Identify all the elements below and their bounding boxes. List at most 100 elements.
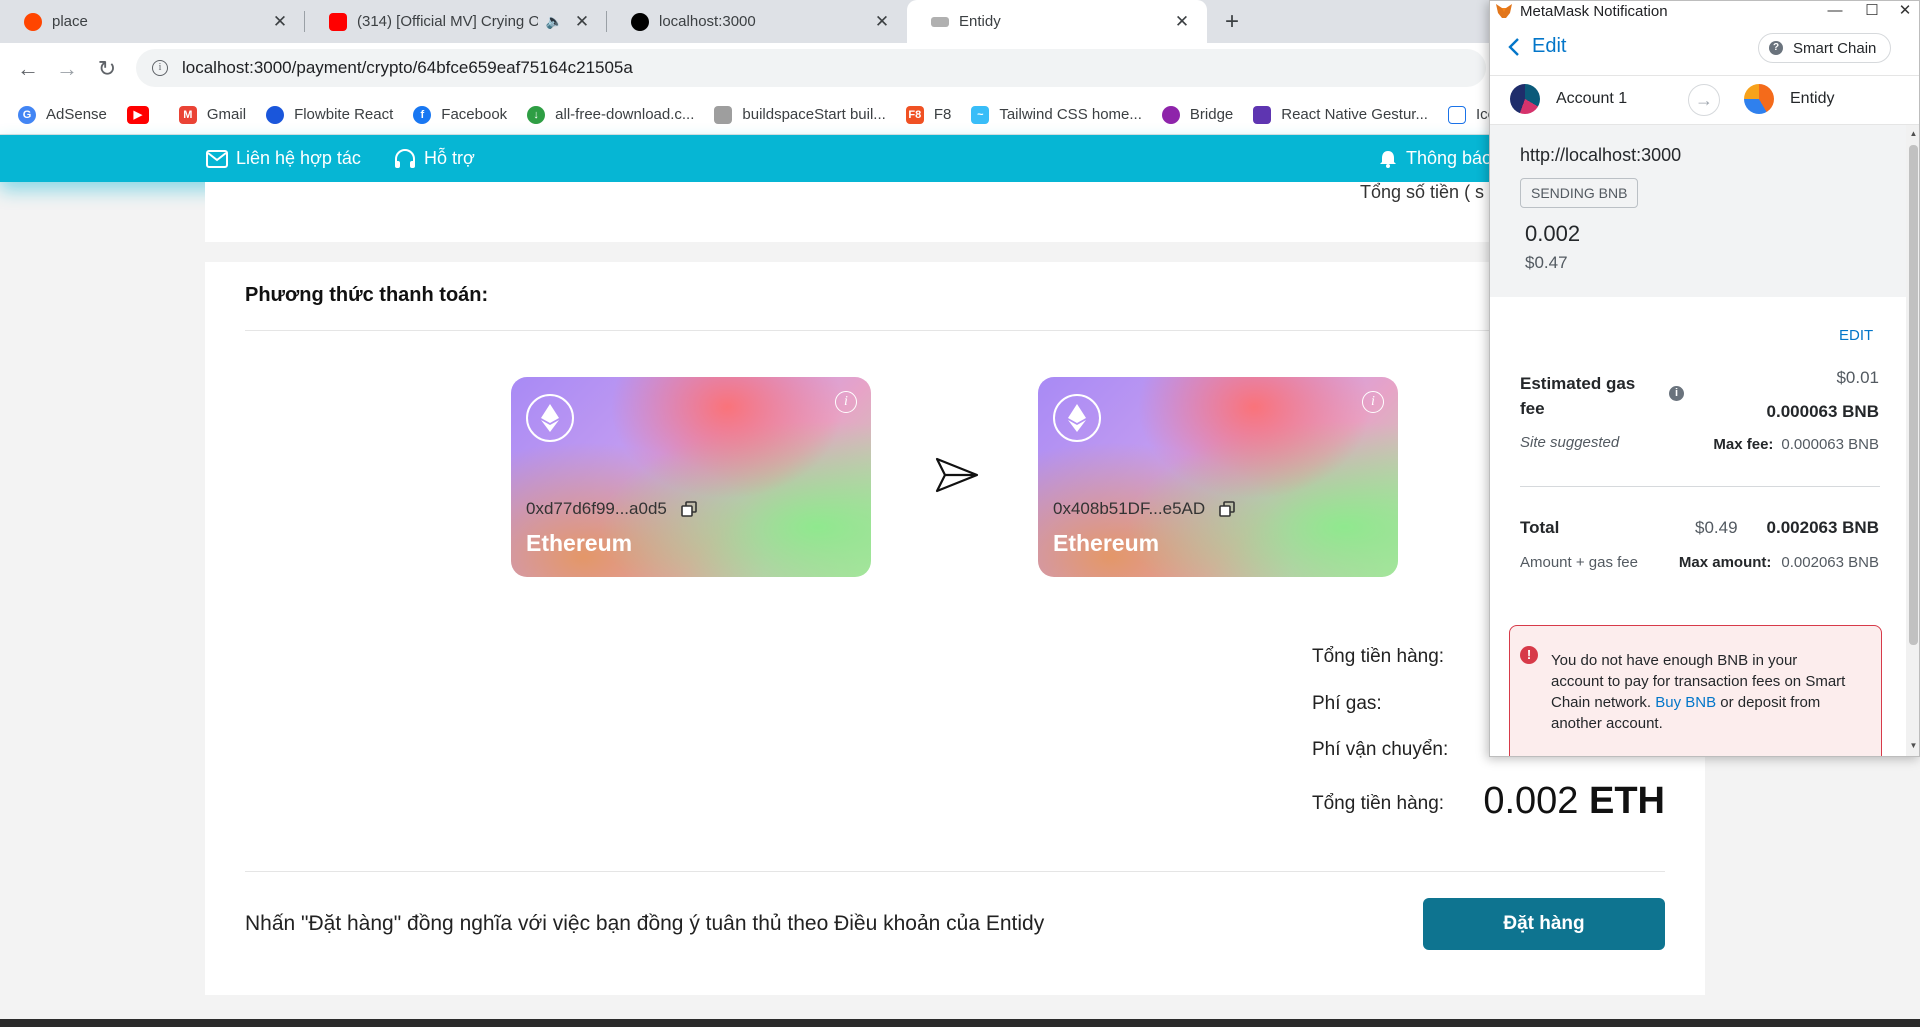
account-transfer-row: Account 1 → Entidy	[1490, 75, 1919, 125]
edit-back-button[interactable]: Edit	[1508, 35, 1566, 58]
gmail-icon: M	[178, 105, 197, 124]
account-avatar	[1510, 84, 1540, 114]
tab-localhost[interactable]: localhost:3000 ✕	[607, 0, 907, 43]
receiver-wallet-card: i 0x408b51DF...e5AD Ethereum	[1038, 377, 1398, 577]
tab-title: place	[52, 13, 88, 30]
transaction-summary: http://localhost:3000 SENDING BNB 0.002 …	[1490, 125, 1906, 297]
tab-title: (314) [Official MV] Crying Over You	[357, 13, 538, 30]
order-summary-card: Tổng số tiền ( s	[205, 182, 1705, 242]
bookmark-flowbite[interactable]: Flowbite React	[266, 105, 393, 124]
support-link[interactable]: Hỗ trợ	[394, 135, 475, 182]
reload-icon[interactable]: ↻	[93, 55, 121, 83]
taskbar	[0, 1019, 1920, 1027]
payment-method-card: Phương thức thanh toán: i 0xd77d6f99...a…	[205, 262, 1705, 995]
bookmark-youtube[interactable]: ▶	[126, 105, 159, 124]
close-icon[interactable]: ✕	[1171, 12, 1193, 32]
close-icon[interactable]: ✕	[871, 12, 893, 32]
bookmark-bridge[interactable]: Bridge	[1161, 105, 1233, 124]
from-account[interactable]: Account 1	[1510, 84, 1627, 114]
bookmark-gmail[interactable]: M Gmail	[178, 105, 246, 124]
back-arrow-icon[interactable]: ←	[14, 55, 42, 83]
contact-link[interactable]: Liên hệ hợp tác	[206, 135, 361, 182]
flowbite-icon	[266, 105, 285, 124]
help-icon: ?	[1769, 41, 1783, 55]
f8-icon: F8	[905, 105, 924, 124]
triangle-logo-icon	[631, 12, 649, 31]
ethereum-icon	[1053, 394, 1101, 442]
divider	[245, 330, 1665, 331]
metamask-fox-icon	[1496, 4, 1512, 18]
rocket-icon	[1253, 105, 1272, 124]
grand-total-value: 0.002 ETH	[1483, 780, 1665, 822]
forward-arrow-icon[interactable]: →	[53, 55, 81, 83]
close-icon[interactable]: ✕	[1890, 1, 1919, 21]
window-titlebar: MetaMask Notification — ☐ ✕	[1490, 1, 1919, 21]
close-icon[interactable]: ✕	[269, 12, 291, 32]
bookmark-adsense[interactable]: G AdSense	[18, 105, 107, 124]
network-selector[interactable]: ? Smart Chain	[1758, 33, 1892, 63]
tab-youtube[interactable]: (314) [Official MV] Crying Over You 🔈 ✕	[305, 0, 607, 43]
minimize-icon[interactable]: —	[1820, 1, 1850, 21]
tab-entidy[interactable]: Entidy ✕	[907, 0, 1207, 43]
tab-place[interactable]: place ✕	[0, 0, 305, 43]
youtube-icon	[329, 12, 347, 31]
site-suggested-label: Site suggested	[1520, 434, 1620, 451]
bookmark-tailwind[interactable]: ~ Tailwind CSS home...	[971, 105, 1142, 124]
bell-icon	[1380, 150, 1396, 168]
buy-bnb-link[interactable]: Buy BNB	[1655, 694, 1716, 711]
scroll-down-icon[interactable]: ▼	[1909, 741, 1918, 750]
info-icon[interactable]: i	[1669, 386, 1684, 401]
site-info-icon[interactable]: i	[152, 60, 168, 76]
bookmark-f8[interactable]: F8 F8	[905, 105, 951, 124]
google-icon: G	[18, 105, 36, 124]
url-text: localhost:3000/payment/crypto/64bfce659e…	[182, 58, 633, 77]
max-fee: Max fee: 0.000063 BNB	[1713, 436, 1879, 453]
site-origin: http://localhost:3000	[1520, 145, 1682, 165]
divider	[1520, 486, 1880, 487]
info-icon[interactable]: i	[835, 391, 857, 413]
divider	[245, 871, 1665, 872]
bridge-icon	[1161, 105, 1180, 124]
total-label: Total	[1520, 518, 1560, 537]
error-message: You do not have enough BNB in your accou…	[1551, 652, 1846, 732]
copy-icon[interactable]	[681, 501, 697, 517]
wallet-address: 0xd77d6f99...a0d5	[526, 499, 697, 519]
scrollbar-thumb[interactable]	[1909, 145, 1918, 645]
gas-fee-bnb: 0.000063 BNB	[1766, 402, 1879, 421]
new-tab-button[interactable]: +	[1218, 8, 1246, 36]
scrollbar[interactable]: ▲ ▼	[1906, 125, 1919, 756]
wallet-address: 0x408b51DF...e5AD	[1053, 499, 1235, 519]
scroll-up-icon[interactable]: ▲	[1909, 129, 1918, 138]
total-bnb: 0.002063 BNB	[1766, 518, 1879, 537]
bookmark-react-native[interactable]: React Native Gestur...	[1253, 105, 1428, 124]
arrow-right-icon: →	[1688, 84, 1720, 116]
info-icon[interactable]: i	[1362, 391, 1384, 413]
send-arrow-icon	[935, 457, 979, 493]
bookmark-all-free-download[interactable]: ↓ all-free-download.c...	[527, 105, 694, 124]
account-avatar	[1744, 84, 1774, 114]
bookmark-buildspace[interactable]: buildspaceStart buil...	[714, 105, 886, 124]
wallet-chain: Ethereum	[526, 530, 633, 556]
address-bar[interactable]: i localhost:3000/payment/crypto/64bfce65…	[136, 49, 1486, 87]
edit-gas-link[interactable]: EDIT	[1839, 327, 1873, 344]
flag-icon	[1447, 105, 1466, 124]
close-icon[interactable]: ✕	[571, 12, 593, 32]
speaker-icon[interactable]: 🔈	[546, 13, 563, 30]
to-account[interactable]: Entidy	[1744, 84, 1834, 114]
maximize-icon[interactable]: ☐	[1857, 1, 1887, 21]
wallet-chain: Ethereum	[1053, 530, 1160, 556]
bookmark-facebook[interactable]: f Facebook	[413, 105, 507, 124]
metamask-header: Edit ? Smart Chain	[1490, 29, 1919, 71]
ethereum-icon	[526, 394, 574, 442]
copy-icon[interactable]	[1219, 501, 1235, 517]
insufficient-funds-error: ! You do not have enough BNB in your acc…	[1509, 625, 1882, 756]
metamask-notification-window: MetaMask Notification — ☐ ✕ Edit ? Smart…	[1489, 0, 1920, 757]
notification-link[interactable]: Thông báo	[1378, 135, 1492, 182]
reddit-icon	[24, 12, 42, 31]
shipping-fee-label: Phí vận chuyển:	[1312, 739, 1449, 760]
sender-wallet-card: i 0xd77d6f99...a0d5 Ethereum	[511, 377, 871, 577]
shoe-icon	[931, 16, 949, 27]
error-icon: !	[1520, 646, 1538, 664]
youtube-icon: ▶	[126, 105, 149, 124]
place-order-button[interactable]: Đặt hàng	[1423, 898, 1665, 950]
